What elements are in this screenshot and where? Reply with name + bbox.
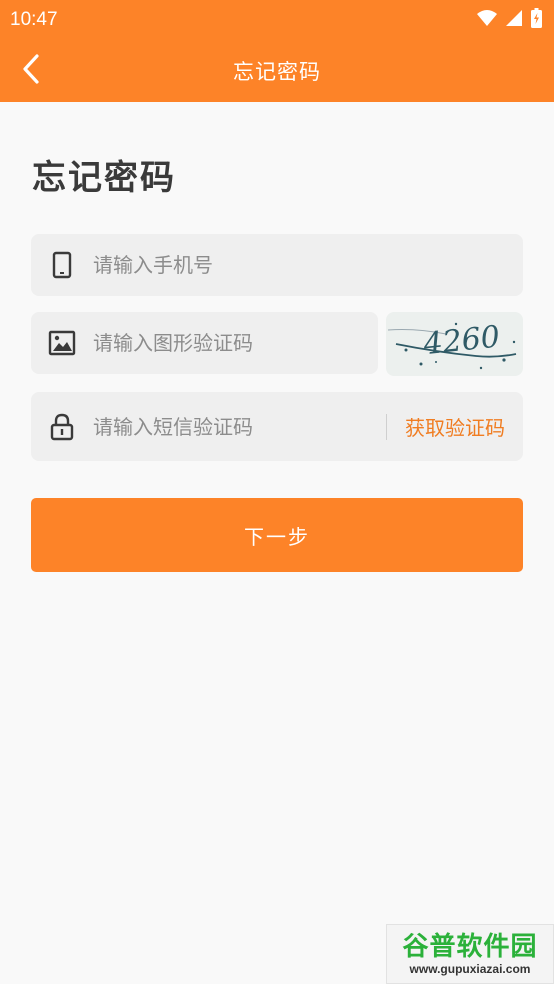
image-code-input[interactable] xyxy=(93,312,378,374)
sms-code-field: 获取验证码 xyxy=(31,392,523,461)
next-button[interactable]: 下一步 xyxy=(31,498,523,572)
get-code-button[interactable]: 获取验证码 xyxy=(405,412,505,441)
image-icon xyxy=(47,328,77,358)
phone-input[interactable] xyxy=(93,234,523,296)
app-bar: 忘记密码 xyxy=(0,40,554,102)
wifi-icon xyxy=(477,9,497,31)
watermark-logo: 谷普软件园 www.gupuxiazai.com xyxy=(386,924,554,984)
page-title: 忘记密码 xyxy=(32,158,176,198)
image-code-field xyxy=(31,312,378,374)
watermark-brand: 谷普软件园 xyxy=(402,932,538,962)
sms-code-input[interactable] xyxy=(93,392,386,461)
watermark-url: www.gupuxiazai.com xyxy=(409,962,531,976)
phone-icon xyxy=(47,250,77,280)
battery-icon xyxy=(531,8,542,32)
status-time: 10:47 xyxy=(10,9,58,30)
status-icons xyxy=(477,8,542,32)
back-button[interactable] xyxy=(14,54,48,88)
status-bar: 10:47 xyxy=(0,0,554,40)
lock-icon xyxy=(47,412,77,442)
divider xyxy=(386,413,387,440)
phone-field xyxy=(31,234,523,296)
signal-icon xyxy=(505,9,523,31)
app-bar-title: 忘记密码 xyxy=(233,60,321,84)
captcha-image[interactable]: 4260 xyxy=(386,312,523,376)
chevron-left-icon xyxy=(21,54,41,88)
